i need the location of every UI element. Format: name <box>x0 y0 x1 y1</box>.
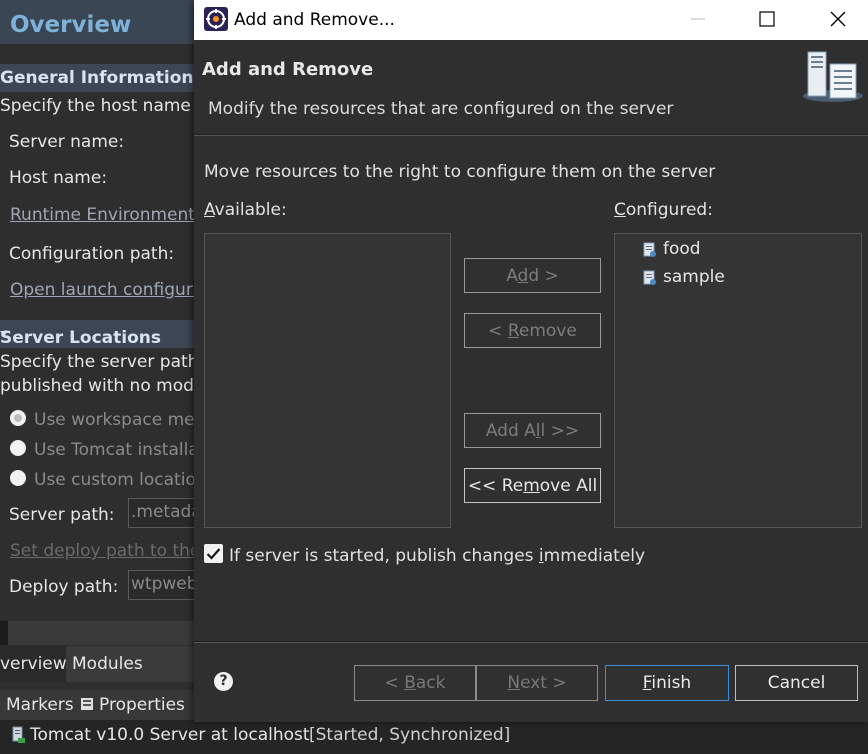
general-information-section[interactable]: General Information <box>0 64 194 92</box>
back-button[interactable]: < Back <box>354 665 476 701</box>
tab-properties[interactable]: Properties <box>99 695 185 715</box>
banner-title: Add and Remove <box>202 59 374 80</box>
banner-divider <box>194 135 868 136</box>
server-wizard-icon <box>803 51 863 102</box>
publish-checkbox[interactable] <box>204 544 223 563</box>
server-icon <box>12 726 25 743</box>
remove-button[interactable]: < Remove <box>464 313 601 348</box>
tab-markers[interactable]: Markers <box>6 695 74 715</box>
tab-overview[interactable]: verview <box>0 646 67 682</box>
set-deploy-path-link[interactable]: Set deploy path to the <box>10 541 200 561</box>
dialog-titlebar[interactable]: Add and Remove... <box>194 0 868 40</box>
general-info-description: Specify the host name a <box>0 96 207 116</box>
add-all-button[interactable]: Add All >> <box>464 413 601 448</box>
deploy-path-field[interactable]: wtpweb <box>128 570 198 600</box>
help-icon[interactable]: ? <box>214 672 233 691</box>
configured-item-food-label: food <box>663 239 701 259</box>
server-locations-desc-2: published with no modu <box>0 376 205 396</box>
host-name-label: Host name: <box>9 168 108 188</box>
web-module-icon <box>643 270 656 285</box>
maximize-icon <box>759 11 775 27</box>
checkmark-icon <box>206 548 221 560</box>
server-path-label: Server path: <box>9 505 115 525</box>
server-name-label: Server name: <box>9 132 125 152</box>
tab-modules[interactable]: Modules <box>72 654 143 674</box>
instruction-text: Move resources to the right to configure… <box>204 162 716 182</box>
add-button[interactable]: Add > <box>464 258 601 293</box>
radio-use-custom-label: Use custom locatio <box>34 470 196 490</box>
general-information-header: General Information <box>0 68 194 88</box>
radio-use-workspace-label: Use workspace met <box>34 410 202 430</box>
server-status-state: [Started, Synchronized] <box>309 725 511 745</box>
available-label: Available: <box>204 200 287 220</box>
dialog-title: Add and Remove... <box>234 10 395 30</box>
minimize-icon <box>691 18 705 20</box>
server-status-name: Tomcat v10.0 Server at localhost <box>30 725 310 745</box>
view-tabs: Markers Properties <box>0 690 194 720</box>
publish-checkbox-label: If server is started, publish changes im… <box>229 546 646 566</box>
tab-overview-label: verview <box>0 654 67 674</box>
wizard-banner: Add and Remove Modify the resources that… <box>194 40 868 134</box>
configured-item-sample-label: sample <box>663 267 725 287</box>
remove-all-button[interactable]: << Remove All <box>464 468 601 503</box>
deploy-path-label: Deploy path: <box>9 577 119 597</box>
radio-use-tomcat-label: Use Tomcat installa <box>34 440 199 460</box>
open-launch-configuration-link[interactable]: Open launch configura <box>10 280 203 300</box>
runtime-environment-link[interactable]: Runtime Environment: <box>10 205 201 225</box>
properties-icon <box>81 698 93 710</box>
horizontal-scrollbar[interactable] <box>0 621 194 645</box>
radio-use-custom[interactable] <box>10 470 26 486</box>
add-remove-dialog: Add and Remove... Add and Remove Modify … <box>194 0 868 722</box>
finish-button[interactable]: Finish <box>605 665 729 701</box>
configured-label: Configured: <box>614 200 713 220</box>
maximize-button[interactable] <box>737 0 797 40</box>
cancel-button[interactable]: Cancel <box>735 665 858 701</box>
server-locations-title: Server Locations <box>0 328 161 348</box>
server-locations-section[interactable]: Server Locations <box>0 320 194 348</box>
configuration-path-label: Configuration path: <box>9 244 175 264</box>
eclipse-app-icon <box>204 7 228 31</box>
web-module-icon <box>643 242 656 257</box>
close-icon <box>830 11 846 27</box>
banner-subtitle: Modify the resources that are configured… <box>208 99 674 119</box>
radio-use-tomcat[interactable] <box>10 440 26 456</box>
close-button[interactable] <box>807 0 867 40</box>
minimize-button[interactable] <box>668 0 728 40</box>
next-button[interactable]: Next > <box>476 665 598 701</box>
server-locations-desc-1: Specify the server path <box>0 352 199 372</box>
available-list[interactable] <box>204 233 451 528</box>
overview-header: Overview <box>0 0 194 44</box>
footer-divider <box>194 642 868 643</box>
server-path-field[interactable]: .metada <box>128 498 198 528</box>
editor-tabs: verview Modules <box>0 646 194 682</box>
configured-list[interactable]: food sample <box>614 233 862 528</box>
server-locations-header: Server Locations <box>0 324 161 348</box>
overview-title: Overview <box>10 12 132 38</box>
radio-use-workspace[interactable] <box>10 410 26 426</box>
servers-status-row[interactable]: Tomcat v10.0 Server at localhost [Starte… <box>0 720 868 754</box>
